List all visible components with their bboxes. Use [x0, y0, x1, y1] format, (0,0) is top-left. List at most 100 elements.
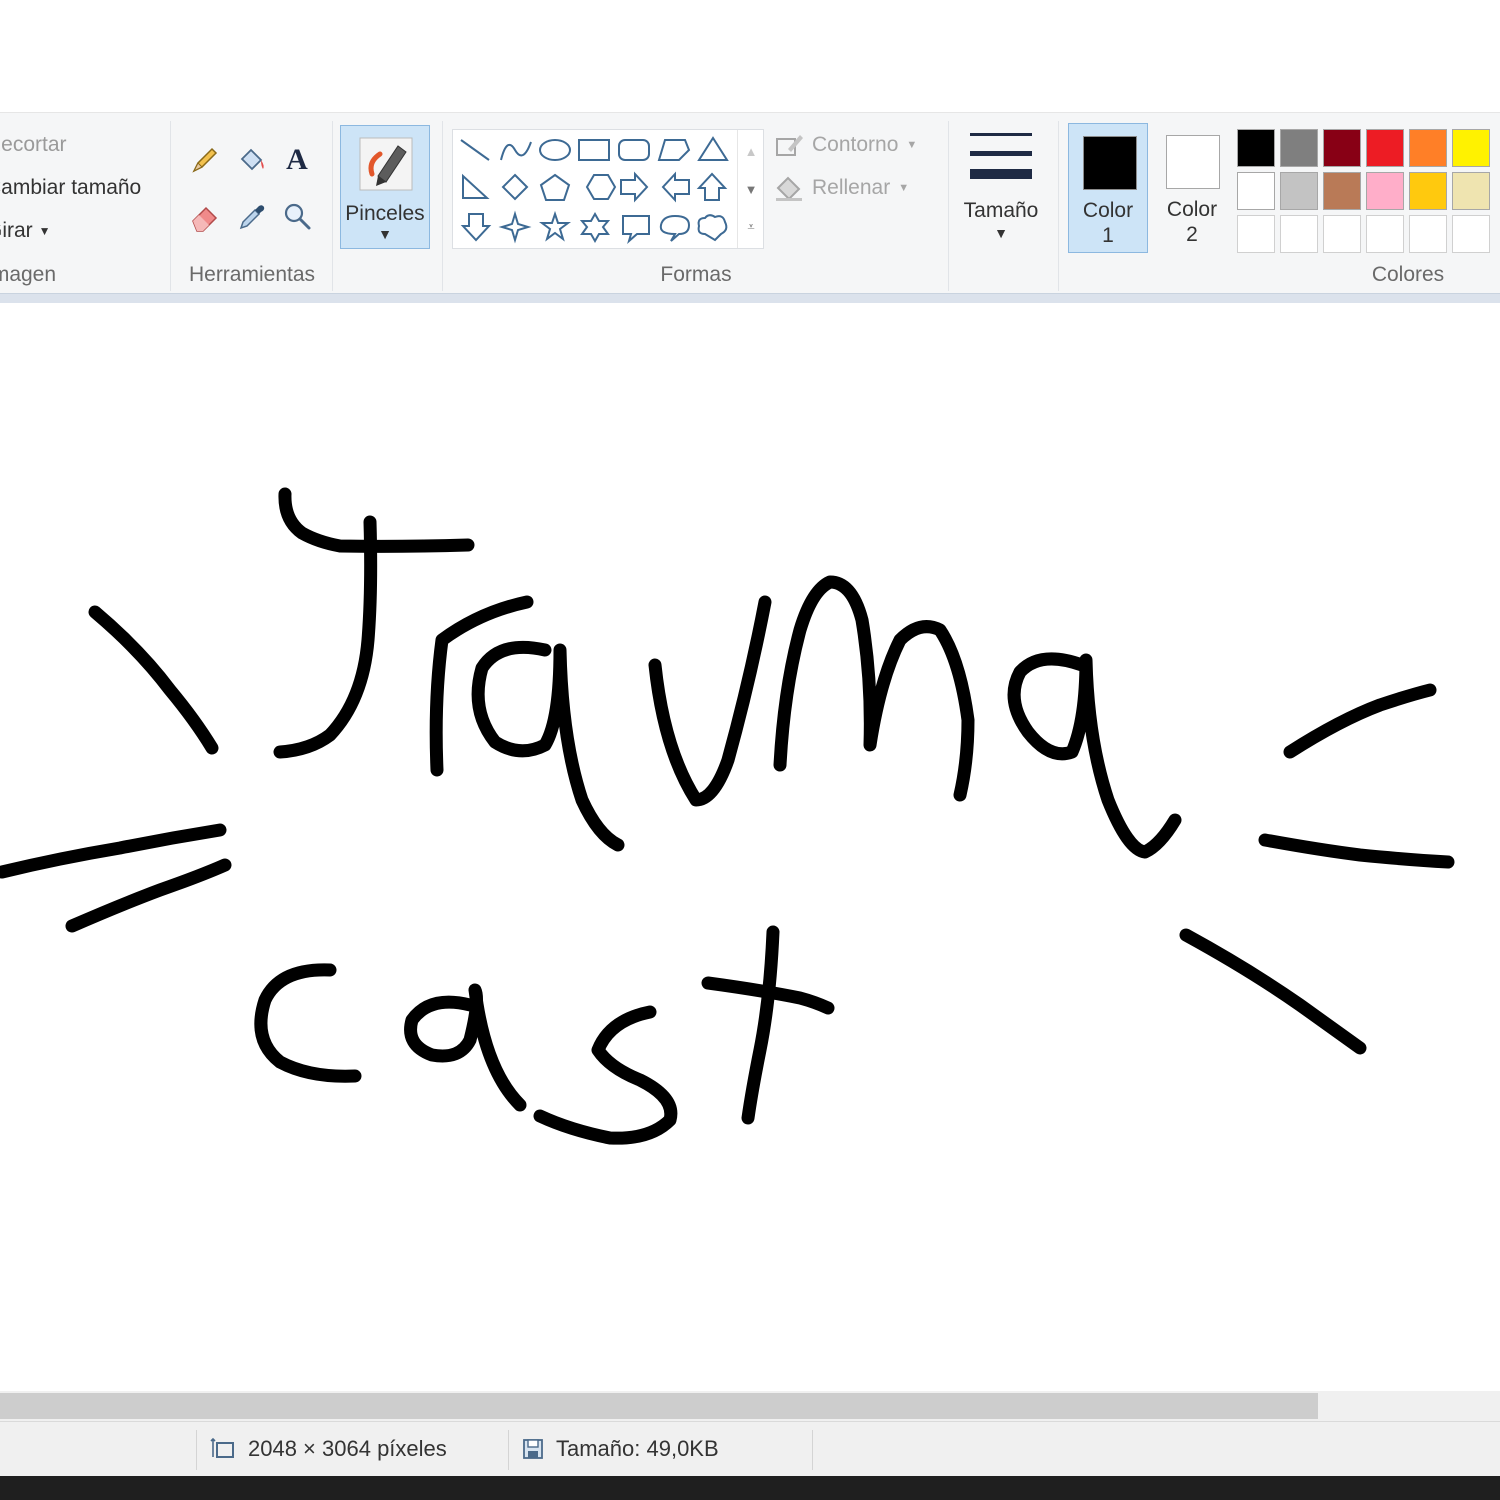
- pencil-icon: [192, 147, 218, 173]
- disk-icon: [523, 1439, 543, 1459]
- shapes-group: Formas: [444, 113, 948, 291]
- stroke-a1: [471, 640, 625, 852]
- title-area: [0, 0, 1500, 112]
- stroke-c: [254, 963, 362, 1083]
- ribbon: Recortar Cambiar tamaño Girar ▼ Imagen A: [0, 112, 1500, 296]
- color1-label: Color 1: [1069, 198, 1147, 248]
- palette-swatch[interactable]: [1237, 215, 1275, 253]
- magnifier-icon: [284, 203, 311, 230]
- stroke-ray-left-3: [65, 858, 232, 933]
- palette-swatch[interactable]: [1323, 129, 1361, 167]
- palette-swatch[interactable]: [1280, 215, 1318, 253]
- magnifier-tool[interactable]: [278, 197, 316, 235]
- size-line-thick: [970, 169, 1032, 179]
- horizontal-scrollbar[interactable]: [0, 1391, 1500, 1421]
- rotate-label: Girar: [0, 219, 33, 242]
- paint-bucket-icon: [240, 148, 264, 171]
- palette-swatch[interactable]: [1452, 129, 1490, 167]
- file-size: Tamaño: 49,0KB: [522, 1436, 719, 1462]
- file-size-text: Tamaño: 49,0KB: [556, 1436, 719, 1461]
- tools-group-label: Herramientas: [188, 263, 316, 286]
- status-divider: [812, 1430, 813, 1470]
- crop-button[interactable]: Recortar: [0, 133, 67, 157]
- stroke-ray-right-1: [1283, 683, 1437, 759]
- brushes-label: Pinceles: [345, 202, 425, 225]
- stroke-ray-left-2: [0, 823, 227, 879]
- color2-label: Color 2: [1152, 197, 1232, 247]
- stroke-ray-right-3: [1179, 928, 1367, 1055]
- brush-icon: [359, 137, 413, 191]
- stroke-t2-stem: [741, 925, 780, 1125]
- color2-swatch: [1166, 135, 1220, 189]
- size-line-medium: [970, 151, 1032, 156]
- group-divider: [1058, 121, 1059, 291]
- chevron-down-icon: ▼: [378, 226, 392, 242]
- group-divider: [948, 121, 949, 291]
- resize-label: Cambiar tamaño: [0, 176, 142, 199]
- palette-swatch[interactable]: [1323, 215, 1361, 253]
- palette-swatch[interactable]: [1366, 129, 1404, 167]
- palette-swatch[interactable]: [1409, 172, 1447, 210]
- palette-swatch[interactable]: [1452, 215, 1490, 253]
- color1-button[interactable]: Color 1: [1068, 123, 1148, 253]
- crop-label: Recortar: [0, 133, 67, 156]
- status-divider: [508, 1430, 509, 1470]
- image-group-label: Imagen: [0, 263, 57, 286]
- eraser-icon: [192, 206, 218, 232]
- eraser-tool[interactable]: [186, 197, 224, 235]
- color1-swatch: [1083, 136, 1137, 190]
- canvas-size-icon: [210, 1437, 234, 1458]
- color1-label-line1: Color: [1082, 199, 1134, 222]
- size-line-thin: [970, 133, 1032, 136]
- dimensions-text: 2048 × 3064 píxeles: [248, 1436, 447, 1461]
- stroke-ray-right-2: [1258, 833, 1455, 869]
- palette-swatch[interactable]: [1280, 172, 1318, 210]
- group-divider: [332, 121, 333, 291]
- rotate-button[interactable]: Girar ▼: [0, 219, 51, 243]
- group-divider: [170, 121, 171, 291]
- group-divider: [442, 121, 443, 291]
- size-button[interactable]: Tamaño ▼: [958, 127, 1044, 249]
- palette-swatch[interactable]: [1323, 172, 1361, 210]
- palette-swatch[interactable]: [1366, 215, 1404, 253]
- status-divider: [196, 1430, 197, 1470]
- ribbon-bottom-border: [0, 293, 1500, 303]
- colors-group-label: Colores: [1371, 263, 1445, 286]
- stroke-s: [533, 1005, 678, 1145]
- chevron-down-icon: ▼: [994, 225, 1008, 241]
- chevron-down-icon: ▼: [38, 224, 51, 238]
- size-label: Tamaño: [963, 199, 1039, 222]
- palette-swatch[interactable]: [1366, 172, 1404, 210]
- color2-label-line2: 2: [1186, 223, 1198, 246]
- stroke-ray-left-1: [88, 605, 219, 755]
- resize-button[interactable]: Cambiar tamaño: [0, 176, 141, 200]
- text-tool[interactable]: A: [278, 141, 316, 179]
- tools-group: A Herramientas: [172, 113, 332, 291]
- scrollbar-thumb[interactable]: [0, 1393, 1318, 1419]
- color1-label-line2: 1: [1102, 224, 1114, 247]
- palette-swatch[interactable]: [1280, 129, 1318, 167]
- color2-button[interactable]: Color 2: [1152, 123, 1232, 253]
- handwritten-drawing: [0, 487, 1455, 1145]
- pencil-tool[interactable]: [186, 141, 224, 179]
- drawing-canvas[interactable]: [0, 303, 1500, 1391]
- stroke-u: [648, 595, 772, 807]
- palette-swatch[interactable]: [1409, 215, 1447, 253]
- stroke-a2: [1007, 652, 1182, 859]
- palette-swatch[interactable]: [1237, 129, 1275, 167]
- stroke-a3: [404, 983, 527, 1112]
- eyedropper-icon: [239, 205, 265, 230]
- taskbar: [0, 1476, 1500, 1500]
- palette-swatch[interactable]: [1409, 129, 1447, 167]
- color2-label-line1: Color: [1166, 198, 1218, 221]
- canvas-dimensions: 2048 × 3064 píxeles: [210, 1436, 447, 1462]
- palette-swatch[interactable]: [1237, 172, 1275, 210]
- text-icon: A: [286, 143, 308, 176]
- status-bar: 2048 × 3064 píxeles Tamaño: 49,0KB: [0, 1421, 1500, 1476]
- stroke-t-stem: [273, 515, 378, 759]
- image-group: Recortar Cambiar tamaño Girar ▼ Imagen: [0, 113, 166, 291]
- color-picker-tool[interactable]: [232, 197, 270, 235]
- brushes-button[interactable]: Pinceles ▼: [340, 125, 430, 249]
- palette-swatch[interactable]: [1452, 172, 1490, 210]
- fill-tool[interactable]: [232, 141, 270, 179]
